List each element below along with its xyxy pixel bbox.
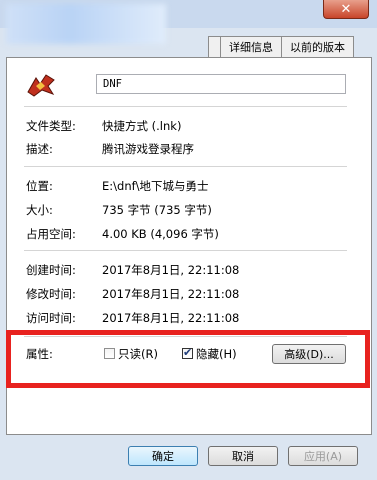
field-label: 描述: — [26, 142, 53, 156]
field-value: 腾讯游戏登录程序 — [102, 142, 194, 156]
title-bar: ✕ — [0, 0, 377, 44]
dnf-app-icon — [27, 74, 55, 97]
tab-previous-versions[interactable]: 以前的版本 — [281, 36, 354, 57]
cancel-button[interactable]: 取消 — [208, 446, 278, 466]
field-label: 修改时间: — [26, 287, 76, 301]
field-value: 2017年8月1日, 22:11:08 — [102, 311, 240, 325]
field-value: 4.00 KB (4,096 字节) — [102, 227, 219, 241]
field-value: 2017年8月1日, 22:11:08 — [102, 287, 240, 301]
field-label: 访问时间: — [26, 311, 76, 325]
field-label: 大小: — [26, 203, 53, 217]
divider — [24, 106, 347, 107]
divider — [24, 166, 347, 167]
field-label: 创建时间: — [26, 263, 76, 277]
tab-details[interactable]: 详细信息 — [220, 36, 282, 57]
field-label: 占用空间: — [26, 227, 76, 241]
field-value: 735 字节 (735 字节) — [102, 203, 212, 217]
file-name-field[interactable]: DNF — [96, 74, 346, 94]
blurred-window-title — [6, 4, 166, 44]
close-button[interactable]: ✕ — [323, 0, 369, 19]
highlight-annotation — [6, 330, 370, 388]
field-value: 快捷方式 (.lnk) — [102, 119, 182, 133]
field-value: 2017年8月1日, 22:11:08 — [102, 263, 240, 277]
ok-button[interactable]: 确定 — [128, 446, 198, 466]
divider — [24, 250, 347, 251]
field-label: 位置: — [26, 179, 53, 193]
apply-button[interactable]: 应用(A) — [288, 446, 358, 466]
field-label: 文件类型: — [26, 119, 76, 133]
field-value: E:\dnf\地下城与勇士 — [102, 179, 209, 193]
close-icon: ✕ — [340, 1, 352, 17]
